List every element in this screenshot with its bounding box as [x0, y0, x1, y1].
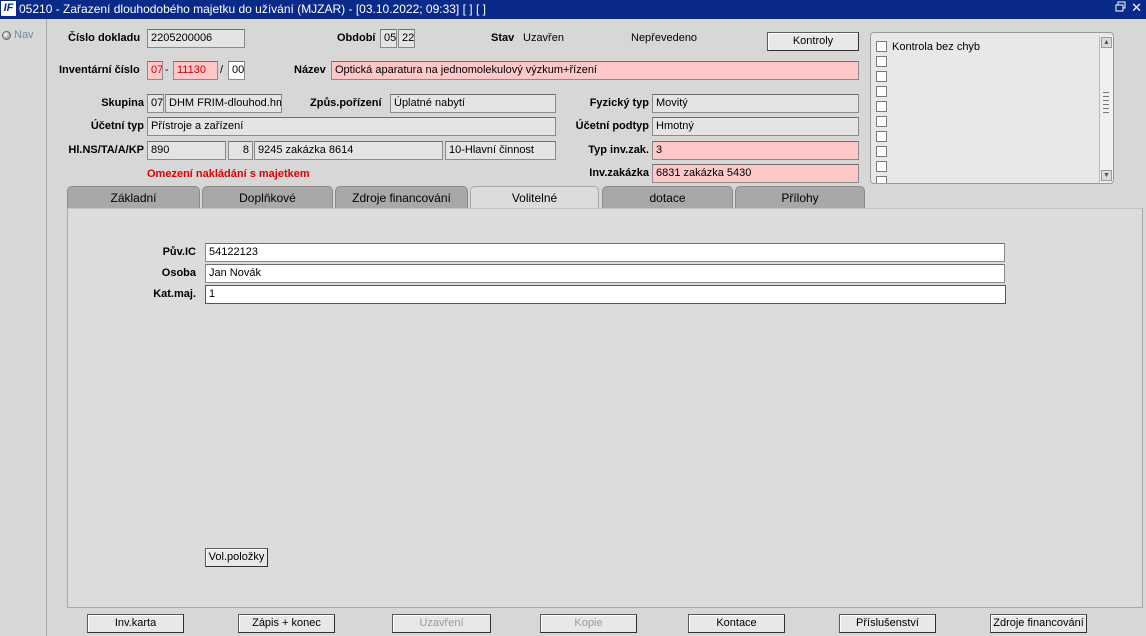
check-checkbox[interactable]: [876, 86, 887, 97]
osoba-label: Osoba: [161, 267, 196, 279]
puv-ic-label: Pův.IC: [162, 246, 196, 258]
kontace-button[interactable]: Kontace: [688, 614, 785, 633]
inv-separator-dash: -: [165, 64, 169, 76]
tab-zakladni[interactable]: Základní: [67, 186, 200, 208]
skupina-label: Skupina: [101, 97, 144, 109]
check-checkbox[interactable]: [876, 176, 887, 183]
ucetni-podtyp-field[interactable]: Hmotný: [652, 117, 859, 136]
skupina-name-field[interactable]: DHM FRIM-dlouhod.hmo: [165, 94, 282, 113]
nazev-label: Název: [294, 64, 326, 76]
kopie-button[interactable]: Kopie: [540, 614, 637, 633]
fyzicky-typ-label: Fyzický typ: [589, 97, 649, 109]
app-logo-icon: IF: [1, 1, 16, 16]
prislusenstvi-button[interactable]: Příslušenství: [839, 614, 936, 633]
typ-inv-zak-field[interactable]: 3: [652, 141, 859, 160]
check-checkbox[interactable]: [876, 41, 887, 52]
skupina-code-field[interactable]: 07: [147, 94, 164, 113]
prevod-status: Nepřevedeno: [631, 32, 698, 44]
inventarni-cislo-label: Inventární číslo: [59, 64, 140, 76]
uzavreni-button[interactable]: Uzavření: [392, 614, 491, 633]
scroll-up-icon[interactable]: ▲: [1101, 37, 1112, 48]
check-checkbox[interactable]: [876, 161, 887, 172]
inv-zakazka-field[interactable]: 6831 zakázka 5430: [652, 164, 859, 183]
ta-field[interactable]: 8: [228, 141, 253, 160]
window-title: 05210 - Zařazení dlouhodobého majetku do…: [19, 2, 486, 16]
inv-separator-slash: /: [220, 64, 224, 76]
stav-value: Uzavřen: [523, 32, 564, 44]
inv-zakazka-label: Inv.zakázka: [589, 167, 649, 179]
kat-maj-label: Kat.maj.: [153, 288, 196, 300]
ucetni-typ-field[interactable]: Přístroje a zařízení: [147, 117, 556, 136]
warning-text: Omezení nakládání s majetkem: [147, 168, 310, 180]
tab-dotace[interactable]: dotace: [602, 186, 733, 208]
inv-cislo-part3-field[interactable]: 00: [228, 61, 245, 80]
nav-radio-icon[interactable]: [2, 31, 11, 40]
typ-inv-zak-label: Typ inv.zak.: [588, 144, 649, 156]
kat-maj-field[interactable]: 1: [205, 285, 1006, 304]
inv-cislo-part2-field[interactable]: 11130: [173, 61, 218, 80]
inv-karta-button[interactable]: Inv.karta: [87, 614, 184, 633]
kontroly-button[interactable]: Kontroly: [767, 32, 859, 51]
tab-prilohy[interactable]: Přílohy: [735, 186, 865, 208]
check-label: Kontrola bez chyb: [892, 41, 981, 53]
tab-doplnkove[interactable]: Doplňkové: [202, 186, 333, 208]
obdobi-year-field[interactable]: 22: [398, 29, 415, 48]
nav-panel: Nav: [0, 19, 47, 636]
nazev-field[interactable]: Optická aparatura na jednomolekulový výz…: [331, 61, 859, 80]
check-checkbox[interactable]: [876, 116, 887, 127]
obdobi-month-field[interactable]: 05: [380, 29, 397, 48]
fyzicky-typ-field[interactable]: Movitý: [652, 94, 859, 113]
hlns-label: Hl.NS/TA/A/KP: [68, 144, 144, 156]
obdobi-label: Období: [337, 32, 376, 44]
hlns-field[interactable]: 890: [147, 141, 226, 160]
cislo-dokladu-label: Číslo dokladu: [68, 32, 141, 44]
nav-label[interactable]: Nav: [14, 29, 34, 41]
kp-field[interactable]: 10-Hlavní činnost: [445, 141, 556, 160]
ucetni-typ-label: Účetní typ: [90, 120, 144, 132]
title-bar: IF 05210 - Zařazení dlouhodobého majetku…: [0, 0, 1146, 19]
vol-polozky-button[interactable]: Vol.položky: [205, 548, 268, 567]
restore-window-icon[interactable]: [1115, 1, 1127, 13]
check-checkbox[interactable]: [876, 71, 887, 82]
scroll-grip-icon[interactable]: [1103, 92, 1109, 114]
close-window-icon[interactable]: ✕: [1131, 0, 1142, 16]
check-checkbox[interactable]: [876, 56, 887, 67]
zakazka-field[interactable]: 9245 zakázka 8614: [254, 141, 443, 160]
check-checkbox[interactable]: [876, 131, 887, 142]
osoba-field[interactable]: Jan Novák: [205, 264, 1005, 283]
tab-volitelne[interactable]: Volitelné: [470, 186, 599, 210]
inv-cislo-part1-field[interactable]: 07: [147, 61, 163, 80]
checks-panel: Kontrola bez chyb ▲ ▼: [870, 32, 1114, 184]
zpusob-porizeni-label: Způs.pořízení: [310, 97, 382, 109]
zdroje-financovani-button[interactable]: Zdroje financování: [990, 614, 1087, 633]
check-checkbox[interactable]: [876, 146, 887, 157]
checks-scrollbar[interactable]: ▲ ▼: [1099, 36, 1113, 182]
tab-zdroje-financovani[interactable]: Zdroje financování: [335, 186, 468, 208]
scroll-down-icon[interactable]: ▼: [1101, 170, 1112, 181]
ucetni-podtyp-label: Účetní podtyp: [575, 120, 649, 132]
cislo-dokladu-field[interactable]: 2205200006: [147, 29, 245, 48]
zapis-konec-button[interactable]: Zápis + konec: [238, 614, 335, 633]
stav-label: Stav: [491, 32, 515, 44]
zpusob-porizeni-field[interactable]: Úplatné nabytí: [390, 94, 556, 113]
puv-ic-field[interactable]: 54122123: [205, 243, 1005, 262]
check-checkbox[interactable]: [876, 101, 887, 112]
